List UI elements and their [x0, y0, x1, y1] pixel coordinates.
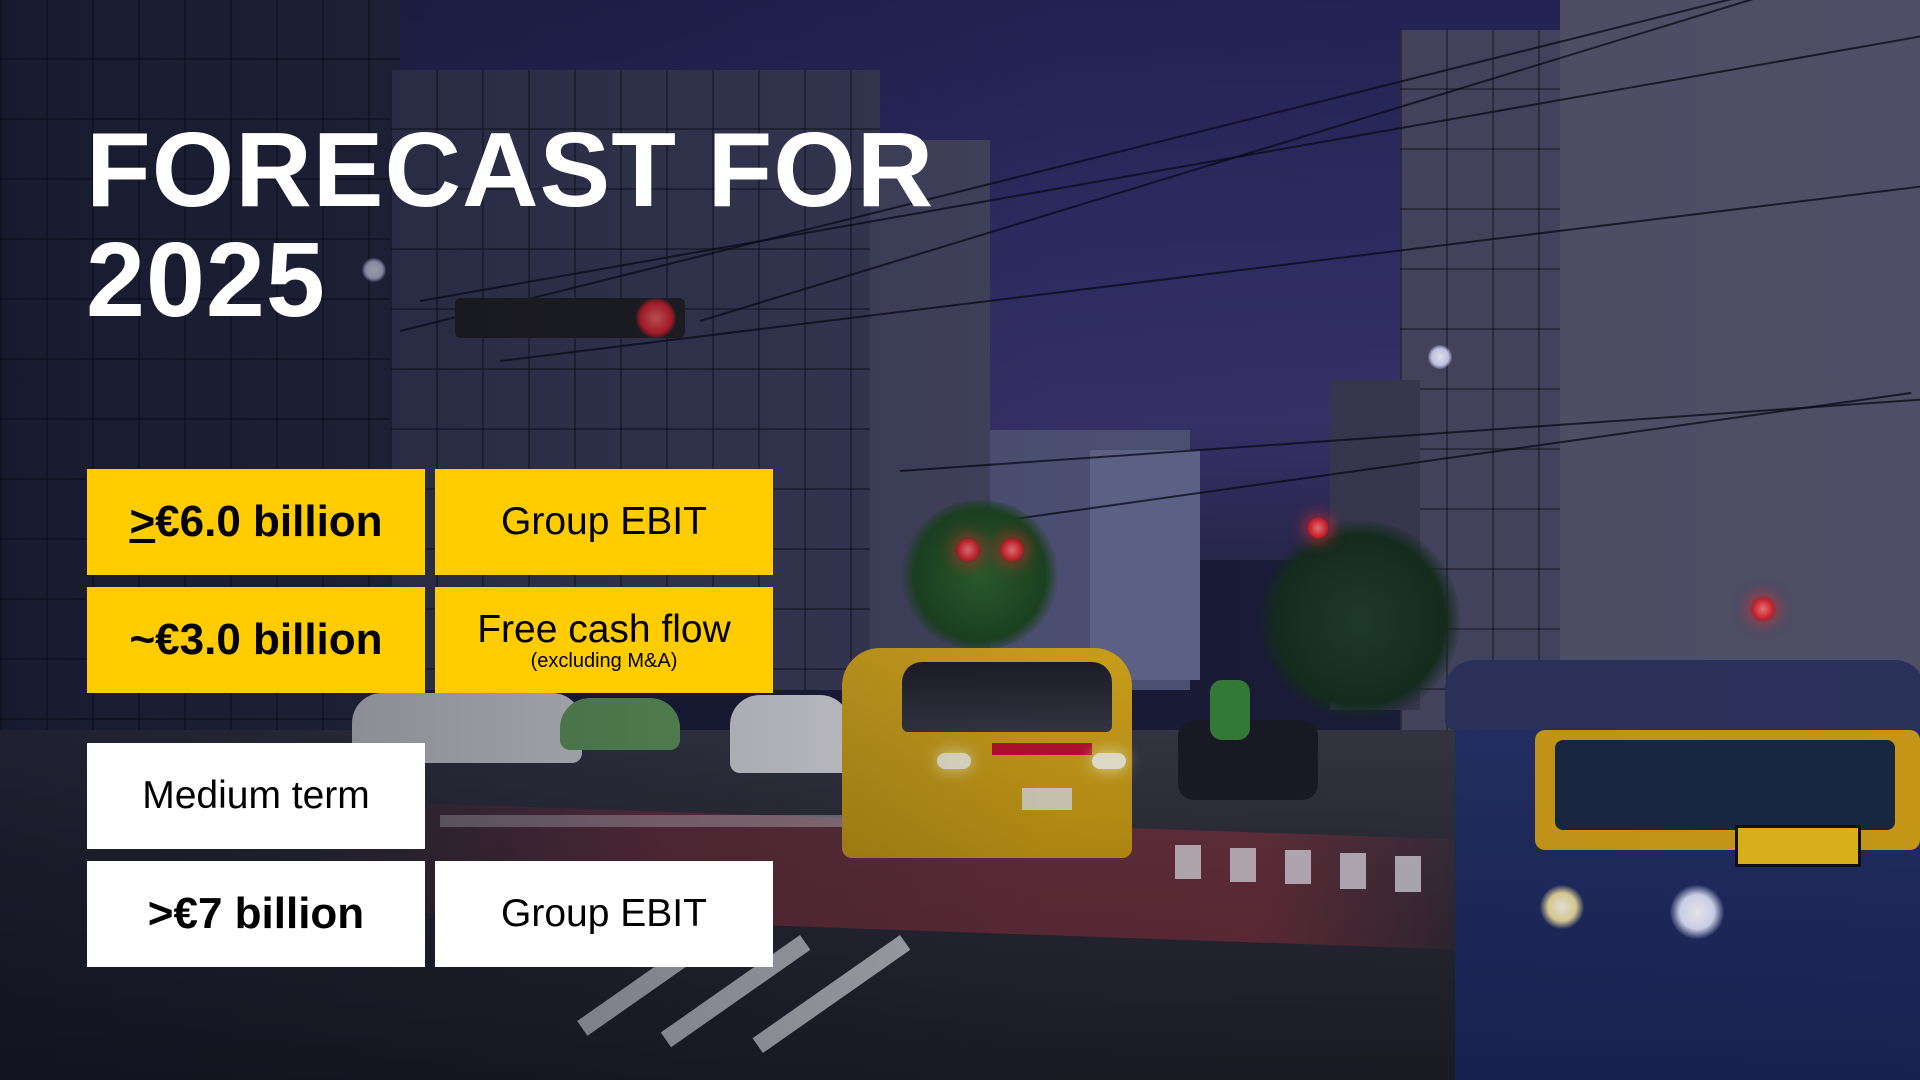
ebit-medium-term-value-box: >€7 billion [87, 861, 425, 967]
ebit-medium-term-label: Group EBIT [501, 892, 707, 935]
ebit-2025-value: >€6.0 billion [129, 497, 382, 547]
ebit-2025-label-box: Group EBIT [435, 469, 773, 575]
ebit-medium-term-value: >€7 billion [147, 889, 365, 938]
fcf-2025-label-box: Free cash flow (excluding M&A) [435, 587, 773, 693]
ebit-2025-value-box: >€6.0 billion [87, 469, 425, 575]
medium-term-heading: Medium term [142, 774, 370, 817]
ebit-2025-label: Group EBIT [501, 500, 707, 543]
fcf-2025-note: (excluding M&A) [530, 649, 678, 672]
ebit-medium-term-label-box: Group EBIT [435, 861, 773, 967]
fcf-2025-value: ~€3.0 billion [129, 615, 383, 664]
slide-title: FORECAST FOR 2025 [86, 115, 934, 335]
fcf-2025-value-box: ~€3.0 billion [87, 587, 425, 693]
slide-title-line-1: FORECAST FOR [86, 111, 935, 229]
slide-title-line-2: 2025 [86, 221, 326, 339]
greater-equal-sign: > [129, 497, 156, 546]
ebit-2025-amount: €6.0 billion [155, 497, 383, 546]
fcf-2025-label: Free cash flow [477, 607, 731, 651]
medium-term-heading-box: Medium term [87, 743, 425, 849]
